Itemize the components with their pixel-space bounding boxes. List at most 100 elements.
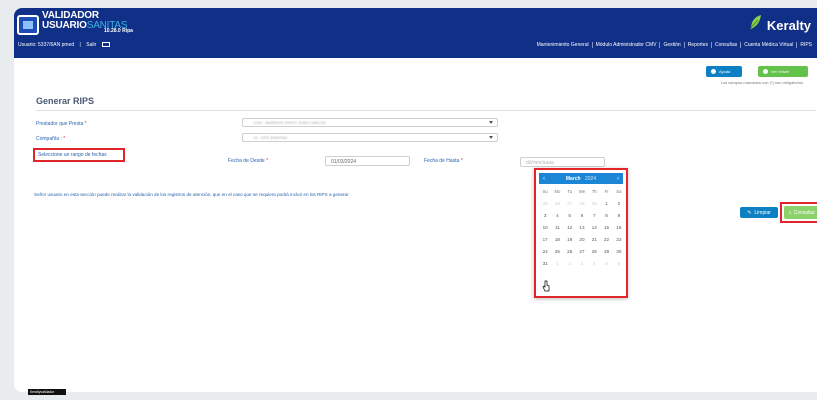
calendar-day[interactable]: 20 bbox=[576, 236, 588, 243]
calendar-day[interactable]: 27 bbox=[564, 200, 576, 207]
calendar-day[interactable]: 25 bbox=[551, 248, 563, 255]
calendar-day[interactable]: 29 bbox=[600, 248, 612, 255]
calendar-day[interactable]: 2 bbox=[613, 200, 625, 207]
date-picker: ‹ March 2024 › Su Mo Tu We Th Fr Sa 25 26 27 28 29 1… bbox=[534, 168, 628, 298]
app-logo-icon bbox=[17, 15, 39, 35]
range-label: Seleccione un rango de fechas bbox=[38, 152, 107, 158]
calendar-day[interactable]: 3 bbox=[539, 212, 551, 219]
weekday-header: Su bbox=[542, 189, 548, 194]
clear-label: Limpiar bbox=[754, 209, 771, 216]
user-label: Usuario: 5337/6AN pmed bbox=[18, 42, 75, 48]
calendar-day[interactable]: 8 bbox=[600, 212, 612, 219]
prev-month-icon[interactable]: ‹ bbox=[543, 176, 545, 182]
weekday-header: Tu bbox=[567, 189, 573, 194]
consult-label: Consultar bbox=[793, 209, 816, 216]
calendar-day[interactable]: 27 bbox=[576, 248, 588, 255]
calendar-day[interactable]: 26 bbox=[551, 200, 563, 207]
menu-rips[interactable]: RIPS bbox=[796, 42, 815, 48]
calendar-day[interactable]: 17 bbox=[539, 236, 551, 243]
clear-button[interactable]: ✎ Limpiar bbox=[740, 207, 778, 218]
calendar-day[interactable]: 1 bbox=[600, 200, 612, 207]
calendar-day[interactable]: 7 bbox=[588, 212, 600, 219]
menu-mantenimiento-general[interactable]: Mantenimiento General bbox=[534, 42, 592, 48]
search-icon: ⌕ bbox=[788, 209, 792, 216]
calendar-day[interactable]: 3 bbox=[576, 260, 588, 267]
help-label: Ayuda bbox=[719, 69, 731, 74]
calendar-day[interactable]: 1 bbox=[551, 260, 563, 267]
calendar-day[interactable]: 15 bbox=[600, 224, 612, 231]
calendar-day[interactable]: 9 bbox=[613, 212, 625, 219]
year-label[interactable]: 2024 bbox=[585, 176, 596, 182]
calendar-day[interactable]: 16 bbox=[613, 224, 625, 231]
next-month-icon[interactable]: › bbox=[617, 176, 619, 182]
calendar-day[interactable]: 6 bbox=[613, 260, 625, 267]
fecha-desde-input[interactable]: 01/03/2024 bbox=[325, 156, 410, 166]
menu-gestion[interactable]: Gestión bbox=[659, 42, 683, 48]
calendar-day[interactable]: 23 bbox=[613, 236, 625, 243]
calendar-day[interactable]: 19 bbox=[564, 236, 576, 243]
calendar-day[interactable]: 11 bbox=[551, 224, 563, 231]
brand-logo: Keralty bbox=[766, 18, 811, 33]
exit-link[interactable]: Salir bbox=[86, 42, 96, 48]
month-label[interactable]: March bbox=[566, 176, 581, 182]
required-mark: * bbox=[460, 158, 463, 164]
weekday-header: Sa bbox=[616, 189, 622, 194]
calendar-day[interactable]: 28 bbox=[588, 248, 600, 255]
help-icon bbox=[711, 69, 716, 74]
calendar-day[interactable]: 13 bbox=[576, 224, 588, 231]
weekday-header: Th bbox=[591, 189, 597, 194]
exit-icon[interactable] bbox=[101, 42, 110, 48]
calendar-day[interactable]: 6 bbox=[576, 212, 588, 219]
calendar-day[interactable]: 12 bbox=[564, 224, 576, 231]
required-mark: * bbox=[63, 136, 66, 142]
calendar-day[interactable]: 10 bbox=[539, 224, 551, 231]
day-grid: Su Mo Tu We Th Fr Sa 25 26 27 28 29 1 2 3 4 5 6 7 8 9 10 11 12 1… bbox=[539, 188, 625, 267]
weekday-header: Fr bbox=[604, 189, 609, 194]
separator: | bbox=[79, 42, 81, 48]
required-mark: * bbox=[266, 158, 269, 164]
keralty-leaf-icon bbox=[749, 15, 761, 30]
logo-word-usuario: USUARIO bbox=[42, 20, 87, 31]
menu-cuenta-medica-virtual[interactable]: Cuenta Médica Virtual bbox=[740, 42, 796, 48]
fecha-desde-label: Fecha de Desde * bbox=[228, 158, 268, 164]
menu-reportes[interactable]: Reportes bbox=[683, 42, 711, 48]
prestador-label-text: Prestador que Presta bbox=[36, 121, 84, 127]
app-window: VALIDADOR USUARIOSANITAS 10.28.0 Ripa Ke… bbox=[14, 8, 817, 392]
prestador-select[interactable]: 1234 - BARRIOS PINTO JUAN CARLOS bbox=[242, 118, 498, 127]
fecha-hasta-input[interactable]: dd/mm/aaaa bbox=[520, 157, 605, 167]
main-menu: Mantenimiento General Módulo Administrad… bbox=[534, 42, 815, 48]
info-notice: Señor usuario en esta sección puede real… bbox=[34, 192, 349, 197]
calendar-day[interactable]: 28 bbox=[576, 200, 588, 207]
calendar-day[interactable]: 21 bbox=[588, 236, 600, 243]
calendar-day[interactable]: 22 bbox=[600, 236, 612, 243]
calendar-day[interactable]: 29 bbox=[588, 200, 600, 207]
title-divider bbox=[36, 110, 816, 111]
menu-modulo-administrador[interactable]: Módulo Administrador CMV bbox=[591, 42, 660, 48]
chevron-down-icon bbox=[489, 121, 493, 124]
calendar-day[interactable]: 25 bbox=[539, 200, 551, 207]
calendar-day[interactable]: 24 bbox=[539, 248, 551, 255]
compania-label: Compañía : * bbox=[36, 136, 65, 142]
top-navbar: VALIDADOR USUARIOSANITAS 10.28.0 Ripa Ke… bbox=[14, 8, 817, 58]
calendar-day[interactable]: 4 bbox=[551, 212, 563, 219]
menu-consultas[interactable]: Consultas bbox=[710, 42, 740, 48]
prestador-select-value: 1234 - BARRIOS PINTO JUAN CARLOS bbox=[253, 120, 326, 125]
help-button[interactable]: Ayuda bbox=[706, 66, 742, 77]
version-label: 10.28.0 Ripa bbox=[104, 28, 133, 34]
calendar-day[interactable]: 5 bbox=[600, 260, 612, 267]
calendar-day[interactable]: 5 bbox=[564, 212, 576, 219]
calendar-day[interactable]: 26 bbox=[564, 248, 576, 255]
calendar-day[interactable]: 30 bbox=[613, 248, 625, 255]
calendar-day[interactable]: 2 bbox=[564, 260, 576, 267]
compania-select[interactable]: 10 - EPS SANITAS bbox=[242, 133, 498, 142]
required-mark: * bbox=[84, 121, 87, 127]
consult-button[interactable]: ⌕ Consultar bbox=[784, 206, 817, 219]
chevron-down-icon bbox=[489, 136, 493, 139]
calendar-day[interactable]: 18 bbox=[551, 236, 563, 243]
calendar-day[interactable]: 14 bbox=[588, 224, 600, 231]
calendar-day[interactable]: 4 bbox=[588, 260, 600, 267]
back-button[interactable]: Ver Volver bbox=[758, 66, 808, 77]
fecha-hasta-label-text: Fecha de Hasta bbox=[424, 158, 460, 164]
calendar-day[interactable]: 31 bbox=[539, 260, 551, 267]
month-year: March 2024 bbox=[566, 176, 596, 182]
